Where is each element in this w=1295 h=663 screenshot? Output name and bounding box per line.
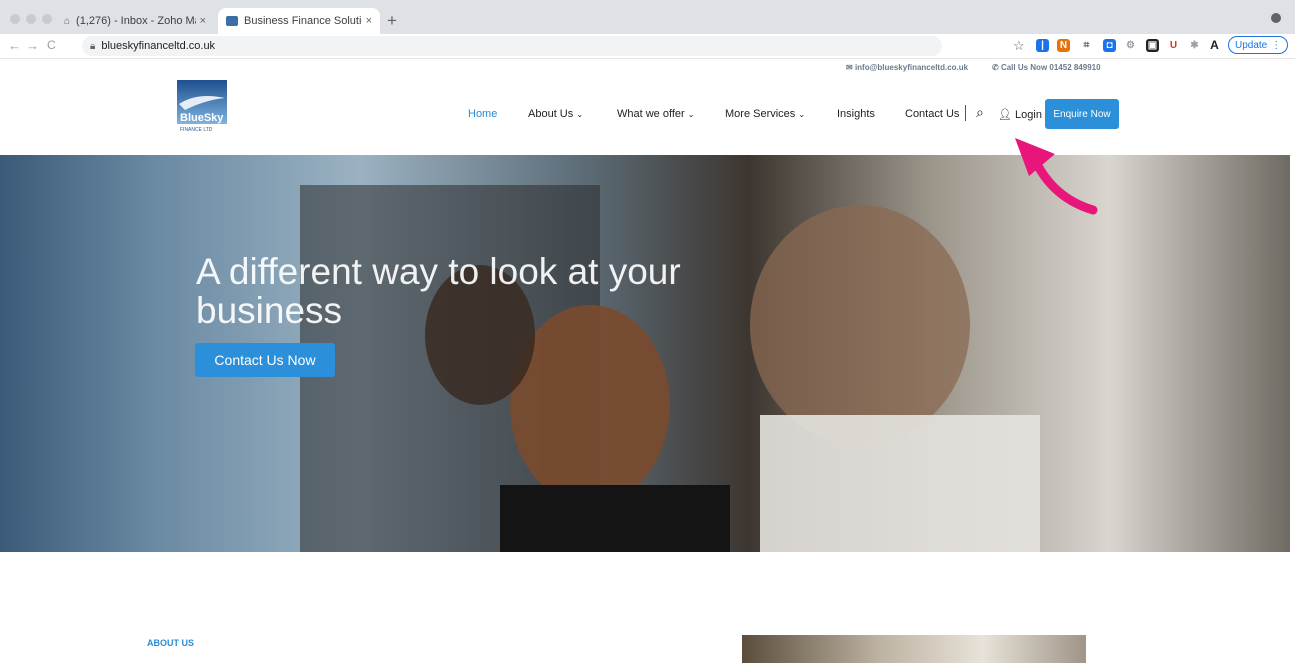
nav-label: What we offer [617,108,685,120]
menu-divider [965,105,966,121]
url-field[interactable]: 🔒︎ blueskyfinanceltd.co.uk [82,36,942,56]
annotation-arrow-icon [1015,138,1098,215]
nav-label: About Us [528,108,574,120]
nav-more-services[interactable]: More Services ⌄ [725,108,805,120]
gear-extension-icon[interactable]: ⚙ [1124,39,1137,52]
logo-name: BlueSky [180,112,224,124]
screenshot-extension-icon[interactable]: ⌗ [1080,39,1093,52]
url-text: blueskyfinanceltd.co.uk [101,40,216,52]
login-link[interactable]: 👤︎ Login [998,108,1042,121]
chevron-down-icon: ⌄ [687,110,695,119]
contact-us-now-button[interactable]: Contact Us Now [195,343,335,377]
forward-button[interactable]: → [26,38,39,53]
lock-icon: 🔒︎ [90,40,96,52]
phone-icon: ✆ [992,63,999,72]
nav-home[interactable]: Home [468,108,497,120]
email-link[interactable]: ✉ info@blueskyfinanceltd.co.uk [846,63,968,72]
minimize-window-control[interactable] [26,14,36,24]
tab-business-finance[interactable]: Business Finance Solutions Pro × [218,8,380,34]
about-us-heading: ABOUT US [147,638,194,648]
tab-zoho-mail[interactable]: ⌂ (1,276) - Inbox - Zoho Mail (pe × [56,8,214,34]
close-tab-icon[interactable]: × [366,15,372,27]
reload-button[interactable]: C [47,38,56,52]
site-favicon-icon [226,16,238,26]
enquire-now-button[interactable]: Enquire Now [1045,99,1119,129]
nav-contact-us[interactable]: Contact Us [905,108,959,120]
extension-icon[interactable]: | [1036,39,1049,52]
envelope-icon: ✉ [846,63,853,72]
bookmark-star-icon[interactable]: ☆ [1013,38,1025,54]
new-tab-button[interactable]: + [387,11,397,31]
phone-text: Call Us Now 01452 849910 [1000,63,1101,72]
site-logo[interactable]: BlueSky FINANCE LTD [177,80,227,144]
address-bar: ← → C 🔒︎ blueskyfinanceltd.co.uk ☆ | N ⌗… [0,34,1295,59]
maximize-window-control[interactable] [42,14,52,24]
kebab-menu-icon: ⋮ [1271,39,1282,51]
search-icon[interactable]: ⌕ [976,104,984,121]
mail-icon: ⌂ [64,15,71,27]
profile-icon[interactable] [1271,13,1281,23]
logo-subtitle: FINANCE LTD [180,127,213,133]
nav-what-we-offer[interactable]: What we offer ⌄ [617,108,694,120]
u-extension-icon[interactable]: U [1167,39,1180,52]
hero-title: A different way to look at your business [196,251,681,331]
chevron-down-icon: ⌄ [798,110,806,119]
about-image [742,635,1086,663]
nav-label: More Services [725,108,796,120]
a-extension-icon[interactable]: A [1208,39,1221,52]
dark-extension-icon[interactable]: ▣ [1146,39,1159,52]
extension-new-icon[interactable]: N [1057,39,1070,52]
blue-extension-icon[interactable]: ◘ [1103,39,1116,52]
update-button[interactable]: Update ⋮ [1228,36,1289,54]
tab-label: Business Finance Solutions Pro [244,15,362,27]
login-label: Login [1015,109,1042,121]
user-icon: 👤︎ [998,109,1012,121]
update-label: Update [1235,39,1268,51]
back-button[interactable]: ← [8,38,21,53]
chevron-down-icon: ⌄ [576,110,584,119]
nav-about-us[interactable]: About Us ⌄ [528,108,583,120]
puzzle-extension-icon[interactable]: ✱ [1188,39,1201,52]
tab-label: (1,276) - Inbox - Zoho Mail (pe [76,15,196,27]
close-window-control[interactable] [10,14,20,24]
email-text: info@blueskyfinanceltd.co.uk [854,63,969,72]
nav-insights[interactable]: Insights [837,108,875,120]
close-tab-icon[interactable]: × [200,15,206,27]
phone-link[interactable]: ✆ Call Us Now 01452 849910 [992,63,1101,72]
browser-tab-bar: ⌂ (1,276) - Inbox - Zoho Mail (pe × Busi… [0,0,1295,34]
